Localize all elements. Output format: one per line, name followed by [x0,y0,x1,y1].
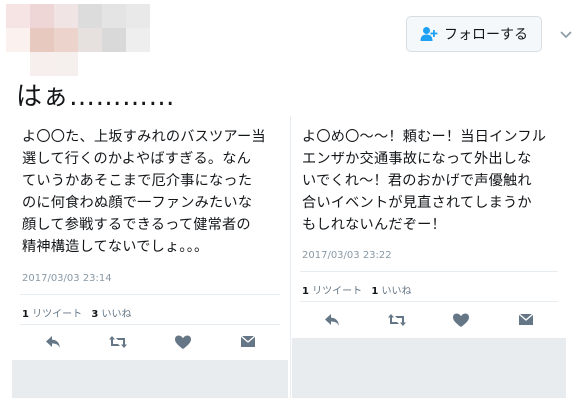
tweet-timestamp[interactable]: 2017/03/03 23:14 [22,273,112,284]
message-icon[interactable] [238,334,258,350]
retweet-count[interactable]: 1 [302,286,309,297]
retweet-icon[interactable] [108,334,128,350]
follow-button-label: フォローする [444,27,528,43]
heart-icon[interactable] [451,312,471,328]
tweet-stats: 1 リツイート 1 いいね [302,282,412,297]
retweet-label: リツイート [32,309,83,320]
blurred-avatar [6,4,158,76]
tweet-actions [300,312,558,328]
divider [300,271,558,272]
follow-user-icon [420,26,438,42]
tweet-headline: はぁ………… [16,82,176,112]
divider [20,324,280,325]
heart-icon[interactable] [173,334,193,350]
follow-button[interactable]: フォローする [406,16,542,52]
tweet-text: よ〇め〇〜〜！頼むー！当日インフル エンザか交通事故になって外出しな いでくれ〜… [302,129,547,233]
like-count[interactable]: 3 [91,309,98,320]
reply-icon[interactable] [43,334,63,350]
like-count[interactable]: 1 [371,286,378,297]
retweet-count[interactable]: 1 [22,309,29,320]
divider [290,116,291,398]
message-icon[interactable] [516,312,536,328]
embedded-tweet-1: よ〇〇た、上坂すみれのバスツアー当 選して行くのかよやばすぎる。なん ていうかあ… [12,116,288,398]
tweet-actions [20,334,280,350]
divider [20,294,280,295]
caret-down-icon[interactable] [558,26,574,42]
divider [300,301,558,302]
like-label: いいね [381,286,412,297]
retweet-label: リツイート [312,286,363,297]
retweet-icon[interactable] [387,312,407,328]
embedded-tweet-2: よ〇め〇〜〜！頼むー！当日インフル エンザか交通事故になって外出しな いでくれ〜… [290,116,566,398]
tweet-footer-strip [12,360,288,398]
tweet-timestamp[interactable]: 2017/03/03 23:22 [302,250,392,261]
like-label: いいね [101,309,132,320]
tweet-text: よ〇〇た、上坂すみれのバスツアー当 選して行くのかよやばすぎる。なん ていうかあ… [22,129,266,255]
reply-icon[interactable] [322,312,342,328]
tweet-footer-strip [292,338,566,398]
tweet-stats: 1 リツイート 3 いいね [22,305,132,320]
